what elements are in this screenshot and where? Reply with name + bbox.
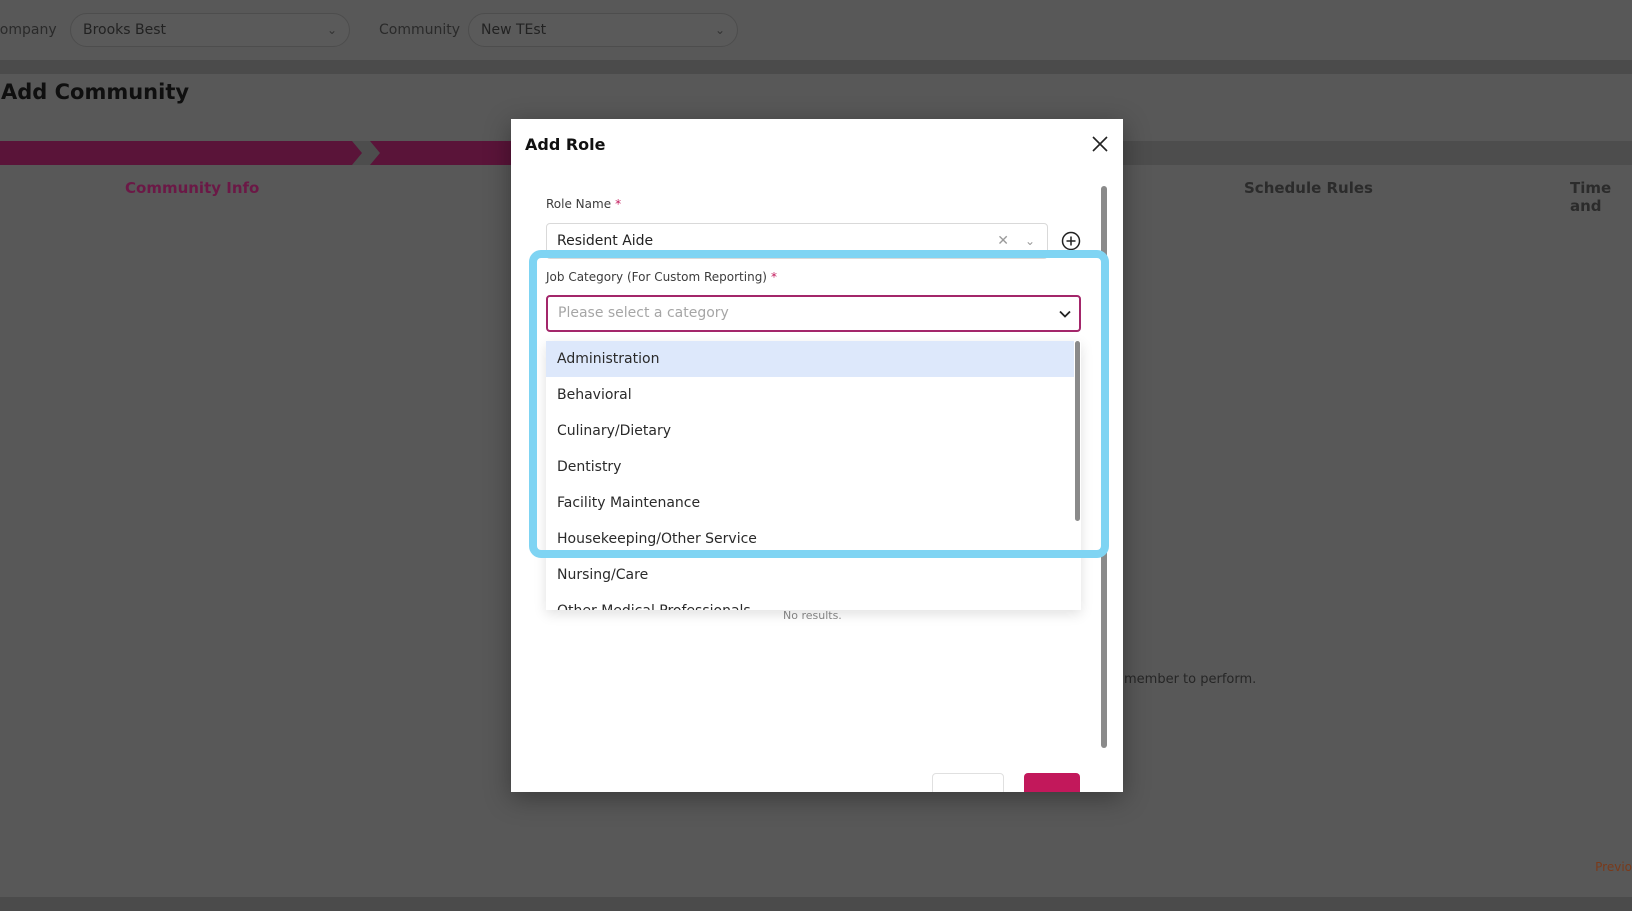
role-name-value: Resident Aide [557, 233, 654, 249]
page-title: Add Community [1, 80, 190, 104]
step-schedule-rules[interactable]: Schedule Rules [1244, 179, 1373, 197]
add-circle-icon [1061, 231, 1081, 251]
option-culinary-dietary[interactable]: Culinary/Dietary [546, 413, 1074, 449]
job-category-placeholder: Please select a category [558, 305, 729, 321]
role-name-label: Role Name * [546, 197, 622, 211]
modal-scrollbar[interactable] [1101, 186, 1107, 748]
step-community-info[interactable]: Community Info [125, 179, 259, 197]
option-other-medical-professionals[interactable]: Other Medical Professionals [546, 593, 1074, 610]
option-housekeeping-other-service[interactable]: Housekeeping/Other Service [546, 521, 1074, 557]
add-role-button[interactable] [1060, 230, 1082, 252]
close-icon [1092, 136, 1108, 152]
job-category-options: Administration Behavioral Culinary/Dieta… [546, 341, 1081, 610]
company-label: Company [0, 22, 57, 38]
role-name-select[interactable]: Resident Aide ✕ ⌄ [546, 223, 1048, 259]
modal-title: Add Role [525, 135, 606, 154]
close-button[interactable] [1087, 131, 1113, 157]
chevron-down-icon: ⌄ [1024, 234, 1035, 248]
company-select-value: Brooks Best [83, 22, 167, 38]
company-select[interactable]: Brooks Best ⌄ [70, 13, 350, 47]
option-facility-maintenance[interactable]: Facility Maintenance [546, 485, 1074, 521]
community-select[interactable]: New TEst ⌄ [468, 13, 738, 47]
options-scrollbar[interactable] [1075, 341, 1080, 521]
option-behavioral[interactable]: Behavioral [546, 377, 1074, 413]
stepper-segment-1 [0, 141, 362, 165]
job-category-label: Job Category (For Custom Reporting) * [546, 270, 777, 284]
cancel-button[interactable] [932, 773, 1004, 792]
chevron-down-icon: ⌄ [326, 23, 337, 37]
option-nursing-care[interactable]: Nursing/Care [546, 557, 1074, 593]
job-category-select[interactable]: Please select a category [546, 295, 1081, 332]
top-bar-divider [0, 60, 1632, 74]
community-label: Community [379, 22, 461, 38]
previous-link[interactable]: Previo [1595, 860, 1632, 874]
option-administration[interactable]: Administration [546, 341, 1074, 377]
save-button[interactable] [1024, 773, 1080, 792]
no-results-text: No results. [783, 609, 842, 622]
step-time-and[interactable]: Time and [1570, 179, 1632, 215]
chevron-down-icon [1059, 297, 1071, 330]
chevron-down-icon: ⌄ [714, 23, 725, 37]
option-dentistry[interactable]: Dentistry [546, 449, 1074, 485]
bottom-bar [0, 897, 1632, 911]
community-select-value: New TEst [481, 22, 547, 38]
background-hint-text: member to perform. [1124, 672, 1257, 687]
clear-icon[interactable]: ✕ [997, 224, 1009, 258]
